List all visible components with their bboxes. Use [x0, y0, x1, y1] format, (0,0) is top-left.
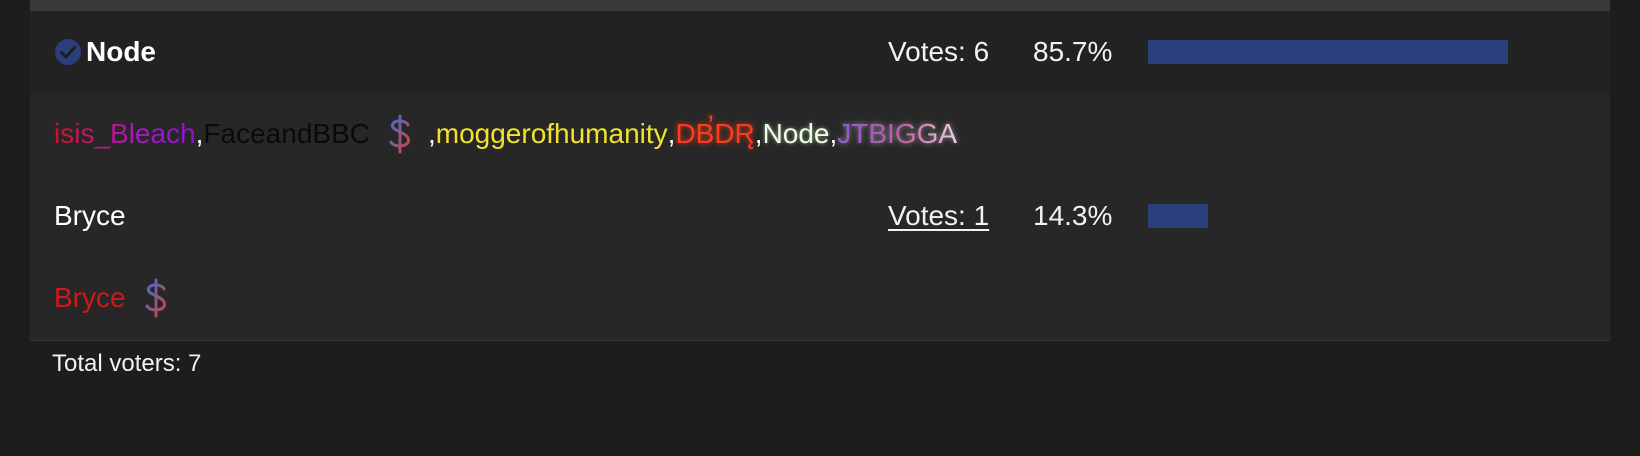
poll-option-bryce[interactable]: Bryce Votes: 1 14.3%	[30, 175, 1610, 257]
vote-bar-fill	[1148, 204, 1209, 228]
vote-bar	[1148, 204, 1568, 228]
vote-count-link[interactable]: Votes: 1	[888, 175, 989, 257]
vote-bar	[1148, 40, 1568, 64]
voter-name[interactable]: DB̕DR̨	[675, 118, 754, 150]
poll-option-node[interactable]: Node Votes: 6 85.7%	[30, 11, 1610, 93]
voter-name[interactable]: Node	[763, 118, 830, 150]
voter-name[interactable]: Bryce	[54, 282, 126, 314]
total-voters: Total voters: 7	[52, 350, 202, 377]
top-scroll-strip	[30, 0, 1610, 11]
vote-bar-fill	[1148, 40, 1508, 64]
option-name: Bryce	[54, 200, 126, 231]
check-circle-icon	[55, 39, 81, 65]
option-label: Node	[54, 11, 156, 93]
voter-name[interactable]: JTBIGGA	[837, 118, 957, 150]
vote-percent: 85.7%	[1033, 36, 1113, 67]
vote-percent: 14.3%	[1033, 200, 1113, 231]
option-name: Node	[86, 36, 156, 67]
option-label: Bryce	[54, 175, 126, 257]
voter-name[interactable]: isis_Bleach	[54, 118, 196, 150]
poll-results: Node Votes: 6 85.7% isis_Bleach, Faceand…	[30, 0, 1610, 456]
dollar-icon	[145, 278, 166, 318]
separator: ,	[754, 118, 763, 149]
separator: ,	[195, 118, 204, 149]
separator: ,	[427, 118, 436, 149]
voter-name[interactable]: FaceandBBC	[203, 118, 370, 150]
voter-name[interactable]: moggerofhumanity	[436, 118, 668, 150]
vote-count: Votes: 6	[888, 36, 990, 67]
separator: ,	[829, 118, 838, 149]
dollar-icon	[389, 114, 410, 154]
voter-list-node: isis_Bleach, FaceandBBC , moggerofhumani…	[30, 93, 1610, 175]
voter-list-bryce: Bryce	[30, 257, 1610, 340]
poll-footer: Total voters: 7	[30, 341, 1610, 456]
